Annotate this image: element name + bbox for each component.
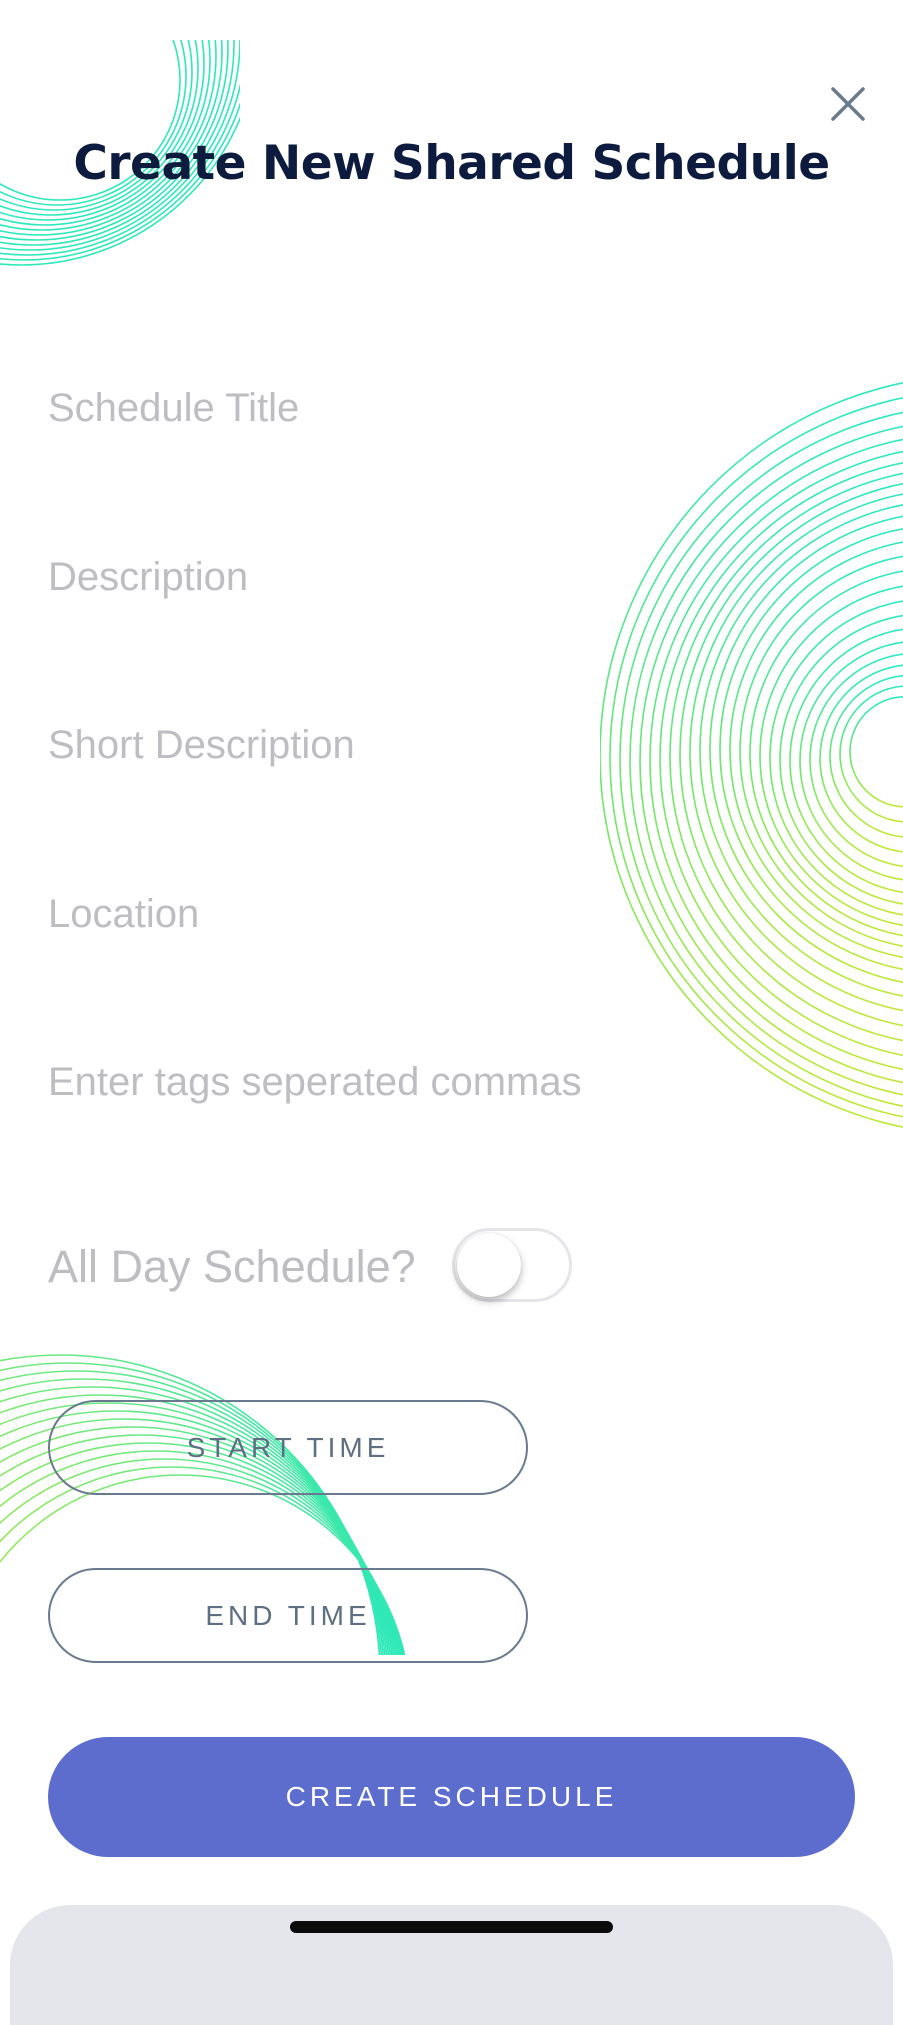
close-button[interactable] (820, 76, 876, 132)
all-day-toggle[interactable] (452, 1228, 572, 1302)
end-time-button[interactable]: END TIME (48, 1568, 528, 1663)
home-indicator (290, 1921, 613, 1933)
start-time-button[interactable]: START TIME (48, 1400, 528, 1495)
toggle-knob (457, 1233, 521, 1297)
decorative-rings-top-left (0, 40, 240, 266)
close-icon (831, 87, 865, 121)
schedule-title-input[interactable] (48, 368, 848, 448)
page-title: Create New Shared Schedule (73, 136, 830, 191)
short-description-input[interactable] (48, 705, 848, 785)
all-day-label: All Day Schedule? (48, 1241, 416, 1292)
create-schedule-button[interactable]: CREATE SCHEDULE (48, 1737, 855, 1857)
description-input[interactable] (48, 537, 848, 617)
location-input[interactable] (48, 874, 848, 954)
tags-input[interactable] (48, 1042, 848, 1122)
